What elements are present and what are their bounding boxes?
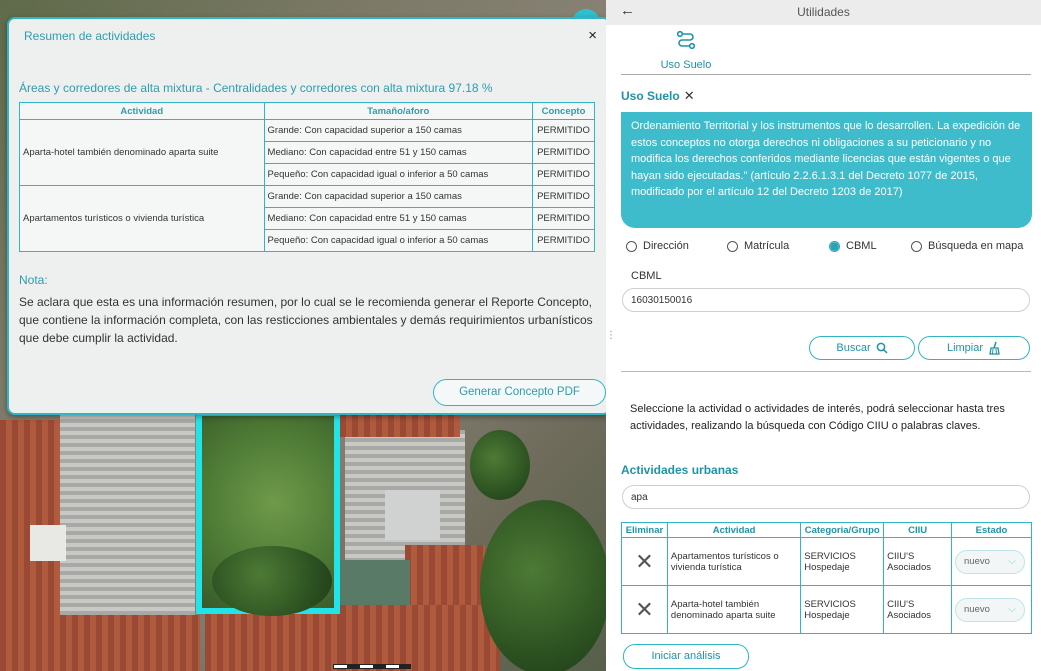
activities-title: Actividades urbanas [621,463,739,477]
cbml-label: CBML [631,270,662,282]
col-header: Tamaño/aforo [263,102,533,120]
delete-icon[interactable]: ✕ [621,585,668,634]
col-header: CIIU [883,522,952,538]
selected-activities-table: Eliminar Actividad Categoria/Grupo CIIU … [621,522,1032,634]
dialog-title: Resumen de actividades [24,29,156,43]
tab-uso-suelo[interactable]: Uso Suelo [651,30,721,71]
concept-cell: PERMITIDO [531,229,596,252]
concept-cell: PERMITIDO [531,185,596,208]
table-row: Apartamentos turísticos o vivienda turís… [19,185,596,252]
selected-lot-outline [196,410,340,616]
zone-subtitle: Áreas y corredores de alta mixtura - Cen… [19,81,493,95]
buscar-button[interactable]: Buscar [809,336,915,360]
panel-title: Utilidades [797,5,850,19]
chevron-down-icon: ⌵ [1008,555,1016,567]
radio-icon [911,240,922,252]
route-icon [676,30,696,50]
concept-cell: PERMITIDO [531,141,596,164]
table-row: ✕ Apartamentos turísticos o vivienda tur… [621,537,1032,586]
generate-pdf-button[interactable]: Generar Concepto PDF [433,379,606,406]
ciiu-link[interactable]: CIIU'S Asociados [883,537,952,586]
chevron-down-icon: ⌵ [1008,603,1016,615]
start-analysis-button[interactable]: Iniciar análisis [623,644,749,669]
limpiar-button[interactable]: Limpiar [918,336,1030,360]
summary-table: Actividad Tamaño/aforo Concepto Aparta-h… [19,102,596,252]
cbml-input[interactable] [622,288,1030,312]
radio-busqueda-mapa[interactable]: Búsqueda en mapa [911,240,1023,252]
category-cell: SERVICIOS Hospedaje [800,537,885,586]
panel-header: ← Utilidades [606,0,1041,25]
radio-matricula[interactable]: Matrícula [727,240,789,252]
broom-icon [989,341,1000,355]
size-cell: Grande: Con capacidad superior a 150 cam… [263,185,533,208]
note-text: Se aclara que esta es una información re… [19,295,593,345]
note-title: Nota: [19,273,48,287]
search-icon [876,342,888,354]
radio-icon [727,240,738,252]
size-cell: Pequeño: Con capacidad igual o inferior … [263,163,533,186]
col-header: Concepto [531,102,596,120]
concept-cell: PERMITIDO [531,163,596,186]
activities-summary-dialog: Resumen de actividades × Áreas y corredo… [7,17,611,415]
estado-select[interactable]: nuevo ⌵ [955,597,1025,622]
size-cell: Grande: Con capacidad superior a 150 cam… [263,119,533,142]
activity-cell: Apartamentos turísticos o vivienda turís… [666,537,802,586]
activity-search-input[interactable] [622,485,1030,509]
table-row: Aparta-hotel también denominado aparta s… [19,119,596,186]
radio-selected-icon [829,240,840,252]
legal-info-box: Ordenamiento Territorial y los instrumen… [621,112,1032,228]
size-cell: Pequeño: Con capacidad igual o inferior … [263,229,533,252]
category-cell: SERVICIOS Hospedaje [800,585,885,634]
close-icon[interactable]: × [588,27,597,44]
estado-select[interactable]: nuevo ⌵ [955,549,1025,574]
col-header: Estado [951,522,1032,538]
estado-cell: nuevo ⌵ [951,537,1032,586]
ciiu-link[interactable]: CIIU'S Asociados [883,585,952,634]
concept-cell: PERMITIDO [531,119,596,142]
table-row: ✕ Aparta-hotel también denominado aparta… [621,585,1032,634]
col-header: Eliminar [621,522,668,538]
resize-handle-icon[interactable]: ⋮ [606,330,616,346]
close-section-icon[interactable]: ✕ [684,88,695,103]
tab-label: Uso Suelo [660,59,712,71]
divider [621,74,1031,75]
estado-cell: nuevo ⌵ [951,585,1032,634]
col-header: Actividad [666,522,802,538]
map-scale-bar [333,664,411,669]
size-cell: Mediano: Con capacidad entre 51 y 150 ca… [263,207,533,230]
col-header: Actividad [19,102,265,120]
delete-icon[interactable]: ✕ [621,537,668,586]
instructions-text: Seleccione la actividad o actividades de… [630,403,1005,432]
utilities-panel: ← Utilidades Uso Suelo Uso Suelo ✕ Ordena… [606,0,1041,671]
divider [621,371,1031,372]
size-cell: Mediano: Con capacidad entre 51 y 150 ca… [263,141,533,164]
concept-cell: PERMITIDO [531,207,596,230]
radio-cbml[interactable]: CBML [829,240,877,252]
activity-cell: Apartamentos turísticos o vivienda turís… [19,185,265,252]
activity-cell: Aparta-hotel también denominado aparta s… [666,585,802,634]
radio-icon [626,240,637,252]
activity-cell: Aparta-hotel también denominado aparta s… [19,119,265,186]
col-header: Categoria/Grupo [800,522,885,538]
radio-direccion[interactable]: Dirección [626,240,689,252]
section-title: Uso Suelo ✕ [621,88,695,103]
